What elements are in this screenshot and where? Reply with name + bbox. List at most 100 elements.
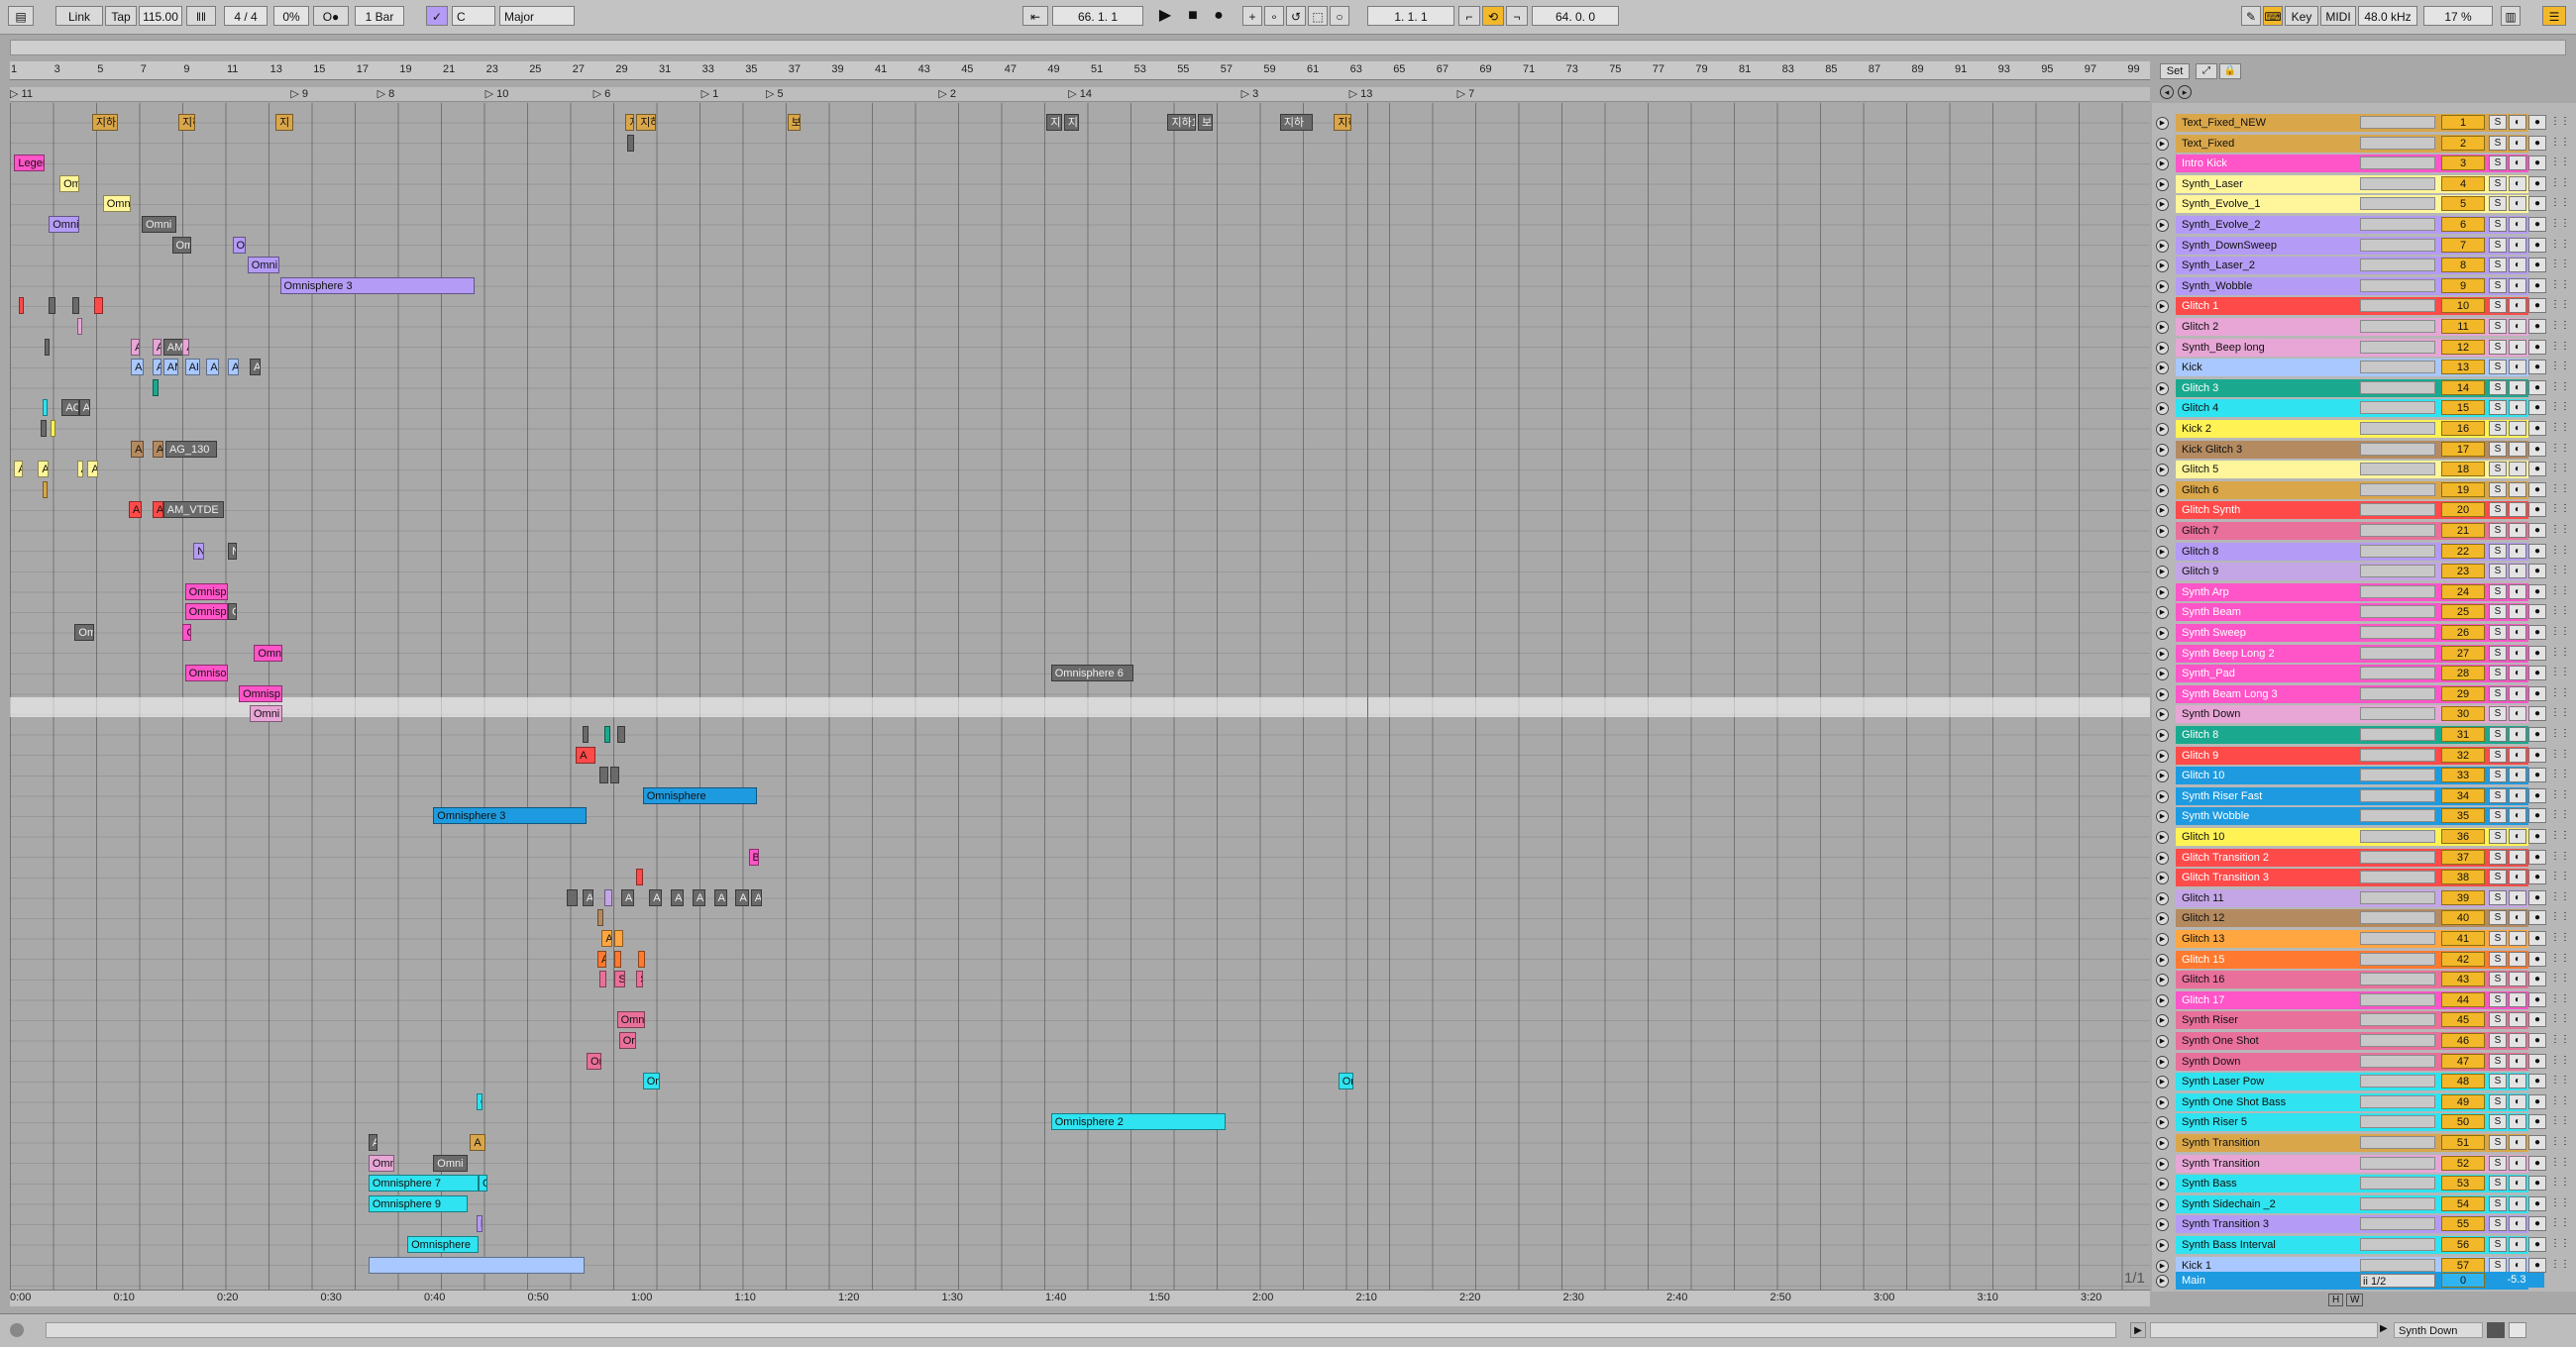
arrangement-clip[interactable]: Omnisphere 9: [368, 1194, 469, 1212]
track-grip-icon[interactable]: ⋮⋮: [2550, 462, 2570, 476]
arrangement-clip[interactable]: [636, 869, 643, 886]
monitor-icon[interactable]: ◐: [2509, 808, 2526, 824]
track-fold-icon[interactable]: ▶: [2156, 912, 2169, 926]
track-header[interactable]: ▶ Synth Transition 3 55 S ◐ ● ⋮⋮: [2152, 1214, 2576, 1234]
track-header[interactable]: ▶ Glitch Synth 20 S ◐ ● ⋮⋮: [2152, 500, 2576, 520]
record-arm-icon[interactable]: ●: [2528, 666, 2546, 681]
capture-icon[interactable]: ⬚: [1308, 6, 1328, 26]
track-activator-button[interactable]: 3: [2441, 155, 2485, 171]
track-grip-icon[interactable]: ⋮⋮: [2550, 604, 2570, 619]
arrangement-clip[interactable]: Omni: [49, 216, 79, 233]
arrangement-clip[interactable]: B: [476, 1215, 483, 1233]
keyboard-midi-icon[interactable]: ⌨: [2263, 6, 2283, 26]
track-grip-icon[interactable]: ⋮⋮: [2550, 196, 2570, 211]
arrangement-clip[interactable]: Omnisphere: [642, 786, 758, 804]
track-fold-icon[interactable]: ▶: [2156, 504, 2169, 518]
record-arm-icon[interactable]: ●: [2528, 1216, 2546, 1232]
monitor-icon[interactable]: ◐: [2509, 870, 2526, 885]
track-header[interactable]: ▶ Synth Beam 25 S ◐ ● ⋮⋮: [2152, 602, 2576, 622]
record-arm-icon[interactable]: ●: [2528, 543, 2546, 559]
solo-button[interactable]: S: [2489, 175, 2507, 191]
track-fold-icon[interactable]: ▶: [2156, 993, 2169, 1007]
track-grip-icon[interactable]: ⋮⋮: [2550, 564, 2570, 578]
track-grip-icon[interactable]: ⋮⋮: [2550, 1216, 2570, 1231]
solo-button[interactable]: S: [2489, 462, 2507, 477]
device-view-icon[interactable]: [2509, 1322, 2526, 1338]
song-position-field[interactable]: 66. 1. 1: [1052, 6, 1143, 26]
track-activator-button[interactable]: 51: [2441, 1135, 2485, 1150]
track-fold-icon[interactable]: ▶: [2156, 198, 2169, 212]
overview-toggle-icon[interactable]: ▥: [2501, 6, 2521, 26]
arrangement-clip[interactable]: [603, 888, 613, 906]
solo-button[interactable]: S: [2489, 625, 2507, 640]
solo-button[interactable]: S: [2489, 1074, 2507, 1089]
solo-button[interactable]: S: [2489, 1195, 2507, 1211]
arrangement-clip[interactable]: A: [152, 359, 161, 376]
record-arm-icon[interactable]: ●: [2528, 441, 2546, 457]
draw-mode-icon[interactable]: ✎: [2241, 6, 2261, 26]
record-arm-icon[interactable]: ●: [2528, 625, 2546, 640]
locator-marker[interactable]: ▷ 10: [485, 87, 509, 100]
track-fold-icon[interactable]: ▶: [2156, 279, 2169, 293]
arrangement-clip[interactable]: AC: [87, 461, 99, 478]
record-arm-icon[interactable]: ●: [2528, 481, 2546, 497]
track-grip-icon[interactable]: ⋮⋮: [2550, 217, 2570, 232]
track-header[interactable]: ▶ Synth Riser 5 50 S ◐ ● ⋮⋮: [2152, 1112, 2576, 1132]
track-header[interactable]: ▶ Glitch 12 40 S ◐ ● ⋮⋮: [2152, 908, 2576, 928]
arrangement-clip[interactable]: Omnisp: [184, 582, 229, 600]
arrangement-clip[interactable]: Omnisp: [239, 684, 282, 702]
loop-length-field[interactable]: 64. 0. 0: [1532, 6, 1619, 26]
track-grip-icon[interactable]: ⋮⋮: [2550, 1156, 2570, 1171]
track-activator-button[interactable]: 54: [2441, 1195, 2485, 1211]
track-header[interactable]: ▶ Synth Bass 53 S ◐ ● ⋮⋮: [2152, 1174, 2576, 1193]
track-activator-button[interactable]: 8: [2441, 258, 2485, 273]
track-header[interactable]: ▶ Synth Riser 45 S ◐ ● ⋮⋮: [2152, 1010, 2576, 1030]
solo-button[interactable]: S: [2489, 870, 2507, 885]
arrangement-clip[interactable]: N: [193, 542, 205, 560]
arrangement-clip[interactable]: S: [614, 971, 626, 988]
solo-button[interactable]: S: [2489, 360, 2507, 375]
solo-button[interactable]: S: [2489, 706, 2507, 722]
arrangement-clip[interactable]: [599, 767, 608, 784]
track-header[interactable]: ▶ Text_Fixed_NEW 1 S ◐ ● ⋮⋮: [2152, 113, 2576, 133]
stop-icon[interactable]: ■: [1181, 6, 1205, 26]
track-fold-icon[interactable]: ▶: [2156, 831, 2169, 844]
arrangement-clip[interactable]: AC: [61, 399, 79, 417]
arrangement-clip[interactable]: A: [713, 888, 727, 906]
locator-marker[interactable]: ▷ 1: [701, 87, 719, 100]
track-fold-icon[interactable]: ▶: [2156, 239, 2169, 253]
arrangement-clip[interactable]: [72, 297, 79, 315]
time-ruler[interactable]: 0:00 0:10 0:20 0:30 0:40 0:50 1:00 1:10 1:20 1:30…: [10, 1290, 2150, 1306]
track-activator-button[interactable]: 56: [2441, 1237, 2485, 1252]
arrangement-clip[interactable]: A: [576, 746, 595, 764]
arrangement-clip[interactable]: AC: [152, 440, 163, 458]
record-arm-icon[interactable]: ●: [2528, 1237, 2546, 1252]
record-arm-icon[interactable]: ●: [2528, 400, 2546, 416]
track-header[interactable]: ▶ Kick 13 S ◐ ● ⋮⋮: [2152, 358, 2576, 377]
arrangement-clip[interactable]: 지하1: [91, 114, 118, 131]
monitor-icon[interactable]: ◐: [2509, 115, 2526, 130]
solo-button[interactable]: S: [2489, 666, 2507, 681]
track-fold-icon[interactable]: ▶: [2156, 1014, 2169, 1028]
track-header[interactable]: ▶ Glitch 8 22 S ◐ ● ⋮⋮: [2152, 542, 2576, 562]
arrangement-clip[interactable]: [76, 318, 82, 335]
track-activator-button[interactable]: 29: [2441, 685, 2485, 701]
monitor-icon[interactable]: ◐: [2509, 747, 2526, 763]
monitor-icon[interactable]: ◐: [2509, 421, 2526, 436]
record-arm-icon[interactable]: ●: [2528, 564, 2546, 579]
locator-marker[interactable]: ▷ 9: [290, 87, 308, 100]
arrangement-clip[interactable]: Omni: [247, 257, 280, 274]
track-grip-icon[interactable]: ⋮⋮: [2550, 646, 2570, 661]
track-fold-icon[interactable]: ▶: [2156, 157, 2169, 171]
track-fold-icon[interactable]: ▶: [2156, 1218, 2169, 1232]
arrangement-clip[interactable]: Om: [59, 174, 79, 192]
track-header[interactable]: ▶ Synth_Laser_2 8 S ◐ ● ⋮⋮: [2152, 256, 2576, 275]
track-fold-icon[interactable]: ▶: [2156, 300, 2169, 314]
track-grip-icon[interactable]: ⋮⋮: [2550, 544, 2570, 559]
track-header[interactable]: ▶ Synth Wobble 35 S ◐ ● ⋮⋮: [2152, 806, 2576, 826]
w-toggle-button[interactable]: W: [2346, 1294, 2364, 1306]
track-activator-button[interactable]: 53: [2441, 1176, 2485, 1192]
track-header[interactable]: ▶ Glitch 7 21 S ◐ ● ⋮⋮: [2152, 521, 2576, 541]
groove-amount-field[interactable]: 0%: [273, 6, 309, 26]
track-header[interactable]: ▶ Glitch 16 43 S ◐ ● ⋮⋮: [2152, 970, 2576, 989]
